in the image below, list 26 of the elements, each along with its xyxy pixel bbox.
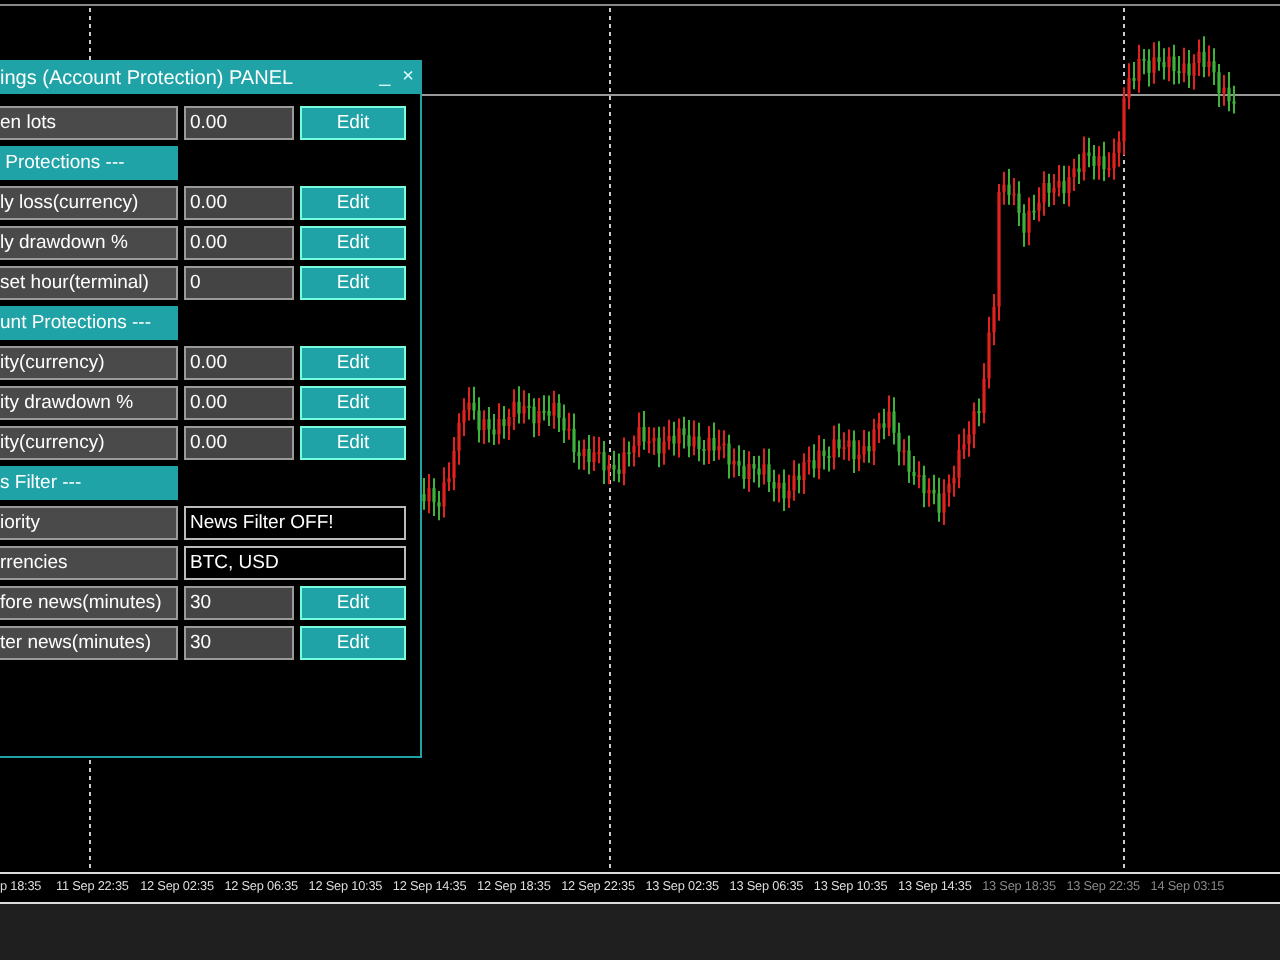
value-field[interactable]: News Filter OFF!: [184, 506, 406, 540]
value-field[interactable]: 0.00: [184, 226, 294, 260]
value-field[interactable]: 0.00: [184, 106, 294, 140]
section-header: unt Protections ---: [0, 306, 178, 340]
setting-label: ly drawdown %: [0, 226, 178, 260]
value-field[interactable]: 0.00: [184, 186, 294, 220]
value-field[interactable]: 30: [184, 626, 294, 660]
setting-label: ly loss(currency): [0, 186, 178, 220]
window-title: ings (Account Protection) PANEL: [0, 65, 296, 93]
value-field[interactable]: 0.00: [184, 426, 294, 460]
value-field[interactable]: 0.00: [184, 346, 294, 380]
setting-label: ter news(minutes): [0, 626, 178, 660]
setting-label: ity drawdown %: [0, 386, 178, 420]
setting-label: ity(currency): [0, 426, 178, 460]
setting-label: ity(currency): [0, 346, 178, 380]
value-field[interactable]: 30: [184, 586, 294, 620]
value-field[interactable]: BTC, USD: [184, 546, 406, 580]
value-field[interactable]: 0: [184, 266, 294, 300]
section-header: Protections ---: [0, 146, 178, 180]
setting-label: fore news(minutes): [0, 586, 178, 620]
setting-label: set hour(terminal): [0, 266, 178, 300]
value-field[interactable]: 0.00: [184, 386, 294, 420]
section-header: s Filter ---: [0, 466, 178, 500]
setting-label: rrencies: [0, 546, 178, 580]
setting-label: iority: [0, 506, 178, 540]
setting-label: en lots: [0, 106, 178, 140]
